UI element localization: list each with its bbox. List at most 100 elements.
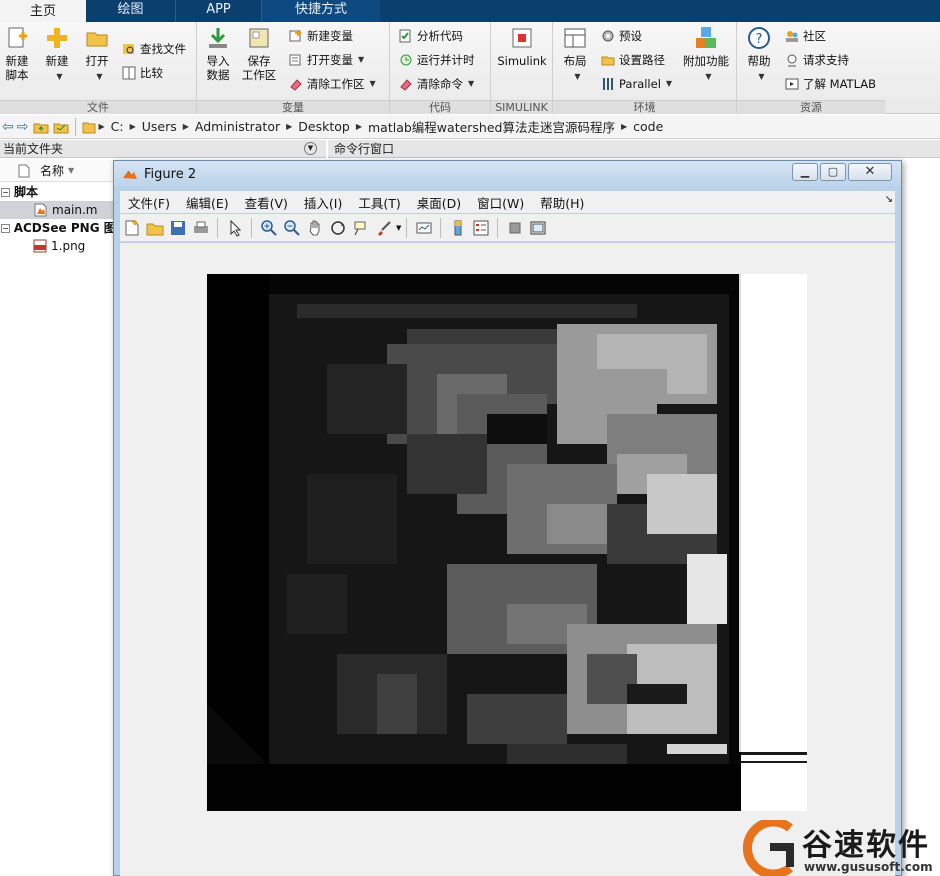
toolbar-divider bbox=[251, 217, 252, 238]
up-folder-icon[interactable] bbox=[33, 119, 49, 135]
data-cursor-icon[interactable] bbox=[352, 219, 370, 237]
tree-file-main[interactable]: main.m bbox=[0, 201, 113, 219]
back-icon[interactable]: ⇦ bbox=[2, 119, 14, 135]
figure-title-bar[interactable]: Figure 2 ▁ ▢ ✕ bbox=[114, 161, 901, 187]
help-label: 帮助 bbox=[747, 54, 771, 68]
brush-icon[interactable] bbox=[375, 219, 393, 237]
group-resources-label: 资源 bbox=[737, 100, 885, 114]
breadcrumb-code[interactable]: code bbox=[633, 119, 663, 134]
menu-file[interactable]: 文件(F) bbox=[128, 193, 170, 212]
set-path-button[interactable]: 设置路径 bbox=[601, 51, 665, 69]
collapse-icon[interactable]: − bbox=[1, 187, 10, 197]
layout-button[interactable]: 布局 ▼ bbox=[560, 26, 590, 84]
address-bar: ⇦ ⇨ ▶ C: ▶ Users ▶ Administrator ▶ Deskt… bbox=[0, 115, 940, 139]
breadcrumb-drive[interactable]: C: bbox=[111, 119, 124, 134]
clear-workspace-button[interactable]: 清除工作区 ▼ bbox=[289, 75, 376, 93]
menu-insert[interactable]: 插入(I) bbox=[304, 193, 342, 212]
name-column-header[interactable]: 名称 bbox=[40, 162, 64, 179]
forward-icon[interactable]: ⇨ bbox=[17, 119, 29, 135]
figure-window: Figure 2 ▁ ▢ ✕ 文件(F) 编辑(E) 查看(V) 插入(I) 工… bbox=[113, 160, 902, 876]
browse-folder-icon[interactable] bbox=[53, 119, 69, 135]
close-button[interactable]: ✕ bbox=[848, 163, 892, 181]
maximize-button[interactable]: ▢ bbox=[820, 163, 846, 181]
menu-view[interactable]: 查看(V) bbox=[245, 193, 288, 212]
chevron-down-icon: ▼ bbox=[468, 79, 475, 88]
parallel-icon bbox=[603, 78, 613, 90]
colorbar-icon[interactable] bbox=[449, 219, 467, 237]
zoom-in-icon[interactable] bbox=[260, 219, 278, 237]
save-icon[interactable] bbox=[169, 219, 187, 237]
figure-menu-bar: 文件(F) 编辑(E) 查看(V) 插入(I) 工具(T) 桌面(D) 窗口(W… bbox=[120, 191, 895, 213]
import-data-button[interactable]: 导入 数据 bbox=[203, 26, 233, 82]
new-variable-button[interactable]: 新建变量 bbox=[289, 27, 353, 45]
tab-apps[interactable]: APP bbox=[176, 0, 262, 22]
zoom-out-icon[interactable] bbox=[283, 219, 301, 237]
breadcrumb-administrator[interactable]: Administrator bbox=[195, 119, 280, 134]
find-file-icon bbox=[123, 44, 134, 54]
compare-button[interactable]: 比较 bbox=[122, 64, 163, 82]
print-icon[interactable] bbox=[192, 219, 210, 237]
community-button[interactable]: 社区 bbox=[785, 27, 826, 45]
command-window-title: 命令行窗口 bbox=[334, 142, 395, 156]
minimize-button[interactable]: ▁ bbox=[792, 163, 818, 181]
clear-commands-button[interactable]: 清除命令 ▼ bbox=[399, 75, 474, 93]
support-icon bbox=[787, 54, 797, 67]
run-and-time-button[interactable]: 运行并计时 bbox=[399, 51, 475, 69]
new-script-icon bbox=[8, 27, 27, 48]
tree-group-scripts[interactable]: − 脚本 bbox=[0, 183, 113, 201]
add-ons-button[interactable]: 附加功能 ▼ bbox=[681, 26, 731, 84]
chevron-down-icon: ▼ bbox=[574, 72, 581, 81]
chevron-down-icon[interactable]: ▼ bbox=[396, 224, 401, 232]
link-plot-icon[interactable] bbox=[415, 219, 433, 237]
watermark: 谷速软件 www.gususoft.com bbox=[740, 820, 940, 876]
tab-shortcuts[interactable]: 快捷方式 bbox=[262, 0, 380, 22]
watershed-maze-image bbox=[207, 274, 807, 811]
tab-home[interactable]: 主页 bbox=[0, 0, 86, 22]
find-files-button[interactable]: 查找文件 bbox=[122, 40, 186, 58]
tree-file-label: main.m bbox=[52, 203, 98, 217]
menu-tools[interactable]: 工具(T) bbox=[358, 193, 400, 212]
layout-label: 布局 bbox=[563, 54, 587, 68]
help-icon: ? bbox=[748, 27, 770, 49]
new-button[interactable]: 新建 ▼ bbox=[42, 26, 72, 84]
image-axes[interactable] bbox=[207, 274, 807, 811]
open-file-icon[interactable] bbox=[146, 219, 164, 237]
new-variable-label: 新建变量 bbox=[307, 29, 353, 43]
breadcrumb-project[interactable]: matlab编程watershed算法走迷宫源码程序 bbox=[368, 117, 615, 136]
collapse-icon[interactable]: − bbox=[1, 223, 10, 233]
open-variable-button[interactable]: 打开变量 ▼ bbox=[289, 51, 364, 69]
save-workspace-button[interactable]: 保存 工作区 bbox=[241, 26, 277, 82]
panel-menu-icon[interactable]: ▼ bbox=[304, 142, 317, 155]
compare-label: 比较 bbox=[140, 66, 163, 80]
pan-hand-icon[interactable] bbox=[306, 219, 324, 237]
save-workspace-label: 保存 工作区 bbox=[241, 54, 277, 82]
cursor-icon[interactable] bbox=[226, 219, 244, 237]
learn-matlab-button[interactable]: 了解 MATLAB bbox=[785, 75, 876, 93]
request-support-button[interactable]: 请求支持 bbox=[785, 51, 849, 69]
menu-desktop[interactable]: 桌面(D) bbox=[417, 193, 461, 212]
new-script-button[interactable]: 新建 脚本 bbox=[2, 26, 32, 82]
rotate-3d-icon[interactable] bbox=[329, 219, 347, 237]
open-button[interactable]: 打开 ▼ bbox=[82, 26, 112, 84]
legend-icon[interactable] bbox=[472, 219, 490, 237]
breadcrumb-desktop[interactable]: Desktop bbox=[298, 119, 350, 134]
menu-edit[interactable]: 编辑(E) bbox=[186, 193, 229, 212]
tab-plots[interactable]: 绘图 bbox=[86, 0, 176, 22]
show-tools-icon[interactable] bbox=[529, 219, 547, 237]
menu-help[interactable]: 帮助(H) bbox=[540, 193, 584, 212]
sort-down-icon[interactable]: ▼ bbox=[68, 166, 74, 175]
learn-matlab-label: 了解 MATLAB bbox=[803, 77, 877, 91]
plus-icon bbox=[47, 28, 67, 48]
breadcrumb-users[interactable]: Users bbox=[142, 119, 177, 134]
preferences-button[interactable]: 预设 bbox=[601, 27, 642, 45]
tree-file-png[interactable]: 1.png bbox=[0, 237, 113, 255]
dock-arrow-icon[interactable]: ↘ bbox=[885, 194, 893, 205]
parallel-button[interactable]: Parallel ▼ bbox=[601, 75, 672, 93]
menu-window[interactable]: 窗口(W) bbox=[477, 193, 524, 212]
tree-group-png[interactable]: − ACDSee PNG 图像 bbox=[0, 219, 113, 237]
new-figure-icon[interactable] bbox=[123, 219, 141, 237]
hide-tools-icon[interactable] bbox=[506, 219, 524, 237]
analyze-code-button[interactable]: 分析代码 bbox=[399, 27, 463, 45]
help-button[interactable]: ? 帮助 ▼ bbox=[743, 26, 775, 84]
simulink-button[interactable]: Simulink bbox=[496, 26, 548, 68]
